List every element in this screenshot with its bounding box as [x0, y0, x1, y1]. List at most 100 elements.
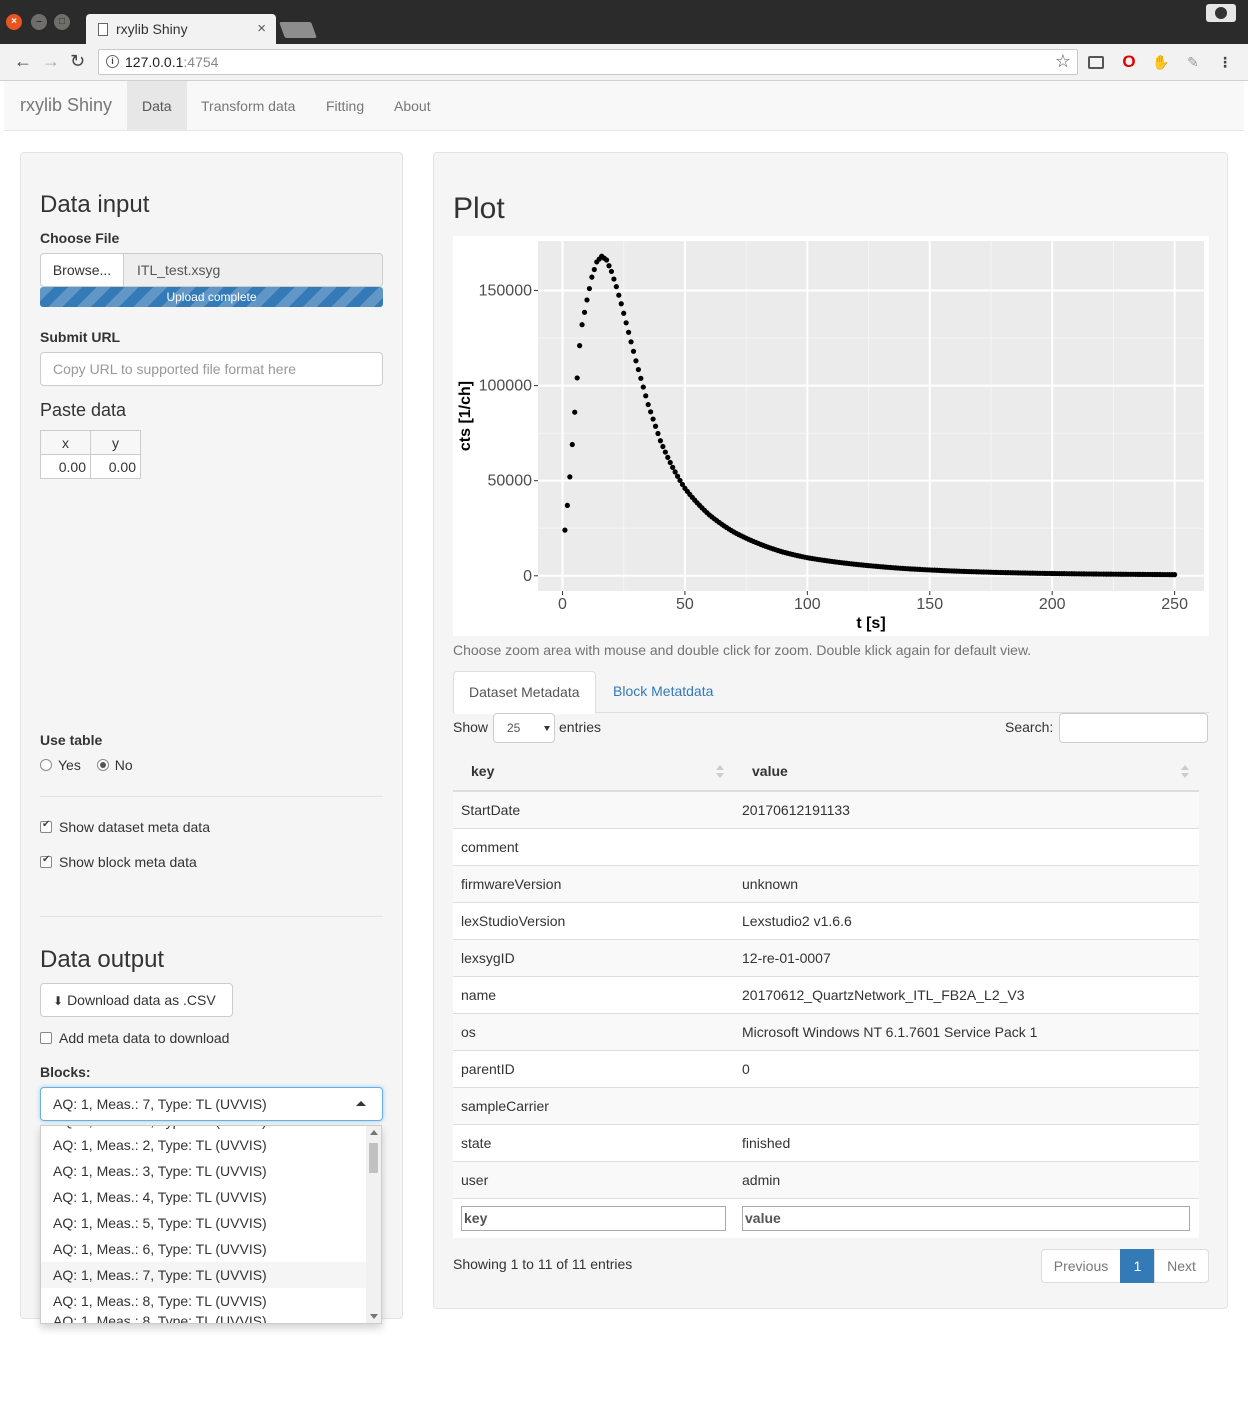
- tab-data[interactable]: Data: [127, 81, 187, 131]
- paste-data-table[interactable]: x y 0.00 0.00: [40, 430, 141, 479]
- show-dataset-meta-row[interactable]: Show dataset meta data: [40, 819, 210, 837]
- column-header-key[interactable]: key: [453, 751, 734, 792]
- bookmark-star-icon[interactable]: ☆: [1055, 51, 1071, 72]
- blocks-option[interactable]: AQ: 1, Meas.: 4, Type: TL (UVVIS): [41, 1184, 367, 1210]
- new-tab-button[interactable]: [279, 22, 317, 38]
- data-point: [665, 454, 671, 461]
- data-point: [667, 459, 673, 466]
- cell-value: 12-re-01-0007: [734, 938, 1199, 976]
- show-block-meta-checkbox[interactable]: [40, 854, 52, 868]
- scroll-up-icon[interactable]: [370, 1130, 378, 1135]
- window-close-icon[interactable]: ×: [6, 14, 22, 30]
- metadata-tabs: Dataset Metadata Block Metatdata: [453, 671, 1209, 714]
- previous-page-button[interactable]: Previous: [1041, 1249, 1121, 1283]
- tab-transform-data[interactable]: Transform data: [186, 81, 310, 131]
- download-csv-button[interactable]: ⬇ Download data as .CSV: [40, 983, 233, 1017]
- submit-url-input[interactable]: [40, 352, 383, 386]
- x-tick-label: 150: [916, 596, 943, 613]
- table-row[interactable]: user admin: [453, 1160, 1199, 1198]
- reload-icon[interactable]: ↻: [70, 51, 85, 72]
- scroll-down-icon[interactable]: [370, 1314, 378, 1319]
- filter-input-key[interactable]: [461, 1205, 726, 1231]
- window-maximize-icon[interactable]: □: [54, 14, 70, 30]
- show-dataset-meta-checkbox[interactable]: [40, 819, 52, 833]
- divider: [40, 796, 383, 797]
- extension-icon[interactable]: ✎: [1184, 53, 1202, 71]
- page-length-value: 25: [507, 721, 521, 735]
- blocks-option[interactable]: AQ: 1, Meas.: 5, Type: TL (UVVIS): [41, 1210, 367, 1236]
- table-row[interactable]: StartDate 20170612191133: [453, 790, 1199, 828]
- y-tick-label: 0: [523, 568, 532, 585]
- browser-tab-title: rxylib Shiny: [116, 21, 188, 37]
- add-meta-checkbox[interactable]: [40, 1032, 52, 1044]
- blocks-option-selected[interactable]: AQ: 1, Meas.: 7, Type: TL (UVVIS): [41, 1262, 367, 1288]
- table-row[interactable]: firmwareVersion unknown: [453, 864, 1199, 902]
- column-header-value[interactable]: value: [734, 751, 1199, 792]
- blocks-option[interactable]: AQ: 1, Meas.: 6, Type: TL (UVVIS): [41, 1236, 367, 1262]
- cell-value: Microsoft Windows NT 6.1.7601 Service Pa…: [734, 1012, 1199, 1050]
- back-arrow-icon[interactable]: ←: [14, 51, 32, 72]
- tab-fitting[interactable]: Fitting: [311, 81, 379, 131]
- add-meta-row[interactable]: Add meta data to download: [40, 1030, 229, 1048]
- browser-tab[interactable]: rxylib Shiny ×: [86, 14, 276, 44]
- blocks-select[interactable]: AQ: 1, Meas.: 7, Type: TL (UVVIS): [40, 1087, 383, 1121]
- table-row[interactable]: lexsygID 12-re-01-0007: [453, 938, 1199, 976]
- data-point: [650, 416, 656, 422]
- blocks-option-partial[interactable]: AQ: 1, Meas.: 2, Type: TL (UVVIS): [53, 1126, 267, 1129]
- page-icon: [98, 23, 108, 36]
- table-row[interactable]: parentID 0: [453, 1049, 1199, 1087]
- show-block-meta-row[interactable]: Show block meta data: [40, 854, 197, 872]
- dropdown-scrollbar[interactable]: [366, 1126, 381, 1323]
- hand-extension-icon[interactable]: ✋: [1152, 53, 1170, 71]
- tab-dataset-metadata[interactable]: Dataset Metadata: [453, 671, 596, 714]
- page-1-button[interactable]: 1: [1120, 1249, 1155, 1283]
- scrollbar-thumb[interactable]: [369, 1143, 378, 1173]
- paste-cell-x[interactable]: 0.00: [40, 454, 91, 479]
- table-row[interactable]: comment: [453, 827, 1199, 865]
- info-icon[interactable]: i: [106, 55, 119, 68]
- filter-input-value[interactable]: [742, 1205, 1190, 1231]
- tab-close-icon[interactable]: ×: [257, 20, 266, 37]
- profile-icon[interactable]: [1206, 4, 1236, 22]
- next-page-button[interactable]: Next: [1154, 1249, 1209, 1283]
- tab-about[interactable]: About: [379, 81, 446, 131]
- browser-menu-icon[interactable]: ⋮: [1216, 53, 1234, 71]
- page-length-select[interactable]: 25: [493, 713, 555, 743]
- sort-icon[interactable]: [716, 765, 724, 779]
- table-row[interactable]: state finished: [453, 1123, 1199, 1161]
- paste-cell-y[interactable]: 0.00: [90, 454, 141, 479]
- blocks-option-partial[interactable]: AQ: 1, Meas.: 8, Type: TL (UVVIS): [41, 1314, 367, 1323]
- plot-area[interactable]: 0 50 100 150 200 250 0 50000 100000 150000 t [s] ct…: [453, 236, 1209, 636]
- browse-button[interactable]: Browse...: [40, 253, 124, 287]
- use-table-yes-label: Yes: [58, 757, 81, 773]
- paste-data-title: Paste data: [40, 400, 127, 420]
- cast-icon[interactable]: [1088, 56, 1104, 69]
- blocks-option[interactable]: AQ: 1, Meas.: 3, Type: TL (UVVIS): [41, 1158, 367, 1184]
- use-table-yes-radio[interactable]: [40, 759, 52, 771]
- y-axis-label: cts [1/ch]: [457, 381, 474, 451]
- table-row[interactable]: name 20170612_QuartzNetwork_ITL_FB2A_L2_V…: [453, 975, 1199, 1013]
- blocks-option[interactable]: AQ: 1, Meas.: 8, Type: TL (UVVIS): [41, 1288, 367, 1314]
- data-point: [672, 469, 678, 475]
- table-row[interactable]: lexStudioVersion Lexstudio2 v1.6.6: [453, 901, 1199, 939]
- chart-svg[interactable]: 0 50 100 150 200 250 0 50000 100000 150000 t [s] ct…: [453, 236, 1209, 636]
- search-input[interactable]: [1059, 713, 1208, 743]
- window-minimize-icon[interactable]: –: [31, 14, 47, 30]
- tab-block-metadata[interactable]: Block Metatdata: [598, 671, 728, 713]
- address-bar[interactable]: i 127.0.0.1:4754 ☆: [98, 49, 1078, 75]
- sort-icon[interactable]: [1181, 765, 1189, 779]
- table-row[interactable]: os Microsoft Windows NT 6.1.7601 Service …: [453, 1012, 1199, 1050]
- cell-key: comment: [453, 827, 734, 865]
- use-table-no-label: No: [114, 757, 133, 773]
- entries-label: entries: [559, 719, 602, 735]
- submit-url-label: Submit URL: [40, 329, 121, 345]
- table-row[interactable]: sampleCarrier: [453, 1086, 1199, 1124]
- file-name-field[interactable]: ITL_test.xsyg: [123, 253, 383, 287]
- data-point: [586, 285, 593, 292]
- use-table-no-radio[interactable]: [96, 759, 109, 771]
- data-point: [628, 339, 634, 345]
- blocks-option[interactable]: AQ: 1, Meas.: 2, Type: TL (UVVIS): [41, 1132, 367, 1158]
- opera-extension-icon[interactable]: O: [1120, 53, 1138, 71]
- data-point: [562, 527, 568, 533]
- forward-arrow-icon[interactable]: →: [42, 51, 60, 72]
